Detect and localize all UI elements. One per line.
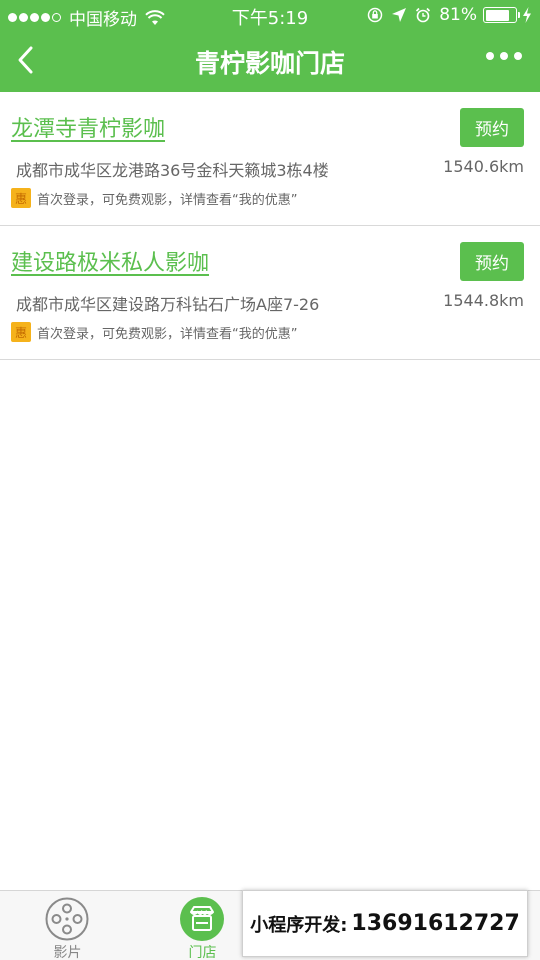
promo-text: 首次登录，可免费观影，详情查看“我的优惠” [37, 192, 298, 208]
page-title: 青柠影咖门店 [194, 49, 345, 78]
wifi-icon [145, 9, 165, 25]
carrier-name: 中国移动 [69, 10, 137, 30]
chevron-left-icon [18, 46, 33, 74]
back-button[interactable] [8, 40, 42, 80]
overlay-label: 小程序开发: [250, 914, 348, 936]
tab-label: 影片 [53, 945, 82, 960]
promo-row: 惠 首次登录，可免费观影，详情查看“我的优惠” [11, 322, 297, 342]
location-arrow-icon [392, 8, 407, 22]
charging-bolt-icon [523, 7, 531, 23]
store-icon [180, 897, 224, 941]
signal-strength-icon [8, 13, 63, 22]
store-distance: 1544.8km [443, 291, 524, 310]
store-item: 龙潭寺青柠影咖 预约 成都市成华区龙港路36号金科天籁城3栋4楼 1540.6k… [0, 92, 540, 226]
nav-bar: 青柠影咖门店 [0, 30, 540, 92]
film-reel-icon [45, 897, 89, 941]
rotation-lock-icon [367, 7, 383, 23]
store-distance: 1540.6km [443, 157, 524, 176]
more-button[interactable] [486, 52, 522, 60]
discount-badge-icon: 惠 [11, 322, 31, 342]
promo-row: 惠 首次登录，可免费观影，详情查看“我的优惠” [11, 188, 297, 208]
developer-contact-overlay: 小程序开发: 13691612727 [242, 890, 528, 957]
alarm-clock-icon [416, 7, 431, 23]
store-address: 成都市成华区龙港路36号金科天籁城3栋4楼 [16, 161, 329, 180]
more-dots-icon [486, 52, 494, 60]
status-bar: 中国移动 下午5:19 81% [0, 0, 540, 30]
battery-icon [483, 7, 520, 23]
overlay-phone: 13691612727 [351, 911, 520, 936]
status-right: 81% [367, 5, 532, 25]
status-left: 中国移动 [8, 5, 165, 30]
header: 中国移动 下午5:19 81% 青柠影咖门店 [0, 0, 540, 92]
discount-badge-icon: 惠 [11, 188, 31, 208]
book-button[interactable]: 预约 [460, 242, 524, 281]
store-item: 建设路极米私人影咖 预约 成都市成华区建设路万科钻石广场A座7-26 1544.… [0, 226, 540, 360]
store-list: 龙潭寺青柠影咖 预约 成都市成华区龙港路36号金科天籁城3栋4楼 1540.6k… [0, 92, 540, 360]
book-button[interactable]: 预约 [460, 108, 524, 147]
tab-films[interactable]: 影片 [0, 891, 135, 960]
battery-percent: 81% [439, 5, 477, 25]
store-name-link[interactable]: 龙潭寺青柠影咖 [11, 111, 165, 143]
promo-text: 首次登录，可免费观影，详情查看“我的优惠” [37, 326, 298, 342]
store-address: 成都市成华区建设路万科钻石广场A座7-26 [16, 295, 320, 314]
store-name-link[interactable]: 建设路极米私人影咖 [11, 245, 209, 277]
